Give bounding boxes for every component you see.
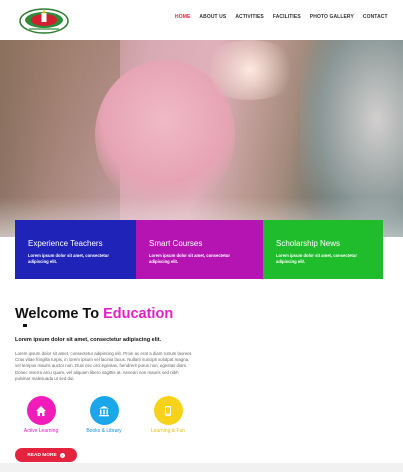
nav-photo-gallery[interactable]: PHOTO GALLERY [310, 14, 354, 24]
card-text: Lorem ipsum dolor sit amet, consectetur … [149, 253, 230, 264]
nav-activities[interactable]: ACTIVITIES [235, 14, 264, 24]
card-scholarship-news[interactable]: Scholarship News Lorem ipsum dolor sit a… [263, 220, 383, 279]
welcome-heading-highlight: Education [103, 306, 174, 322]
read-more-button[interactable]: READ MORE › [15, 448, 77, 462]
card-experience-teachers[interactable]: Experience Teachers Lorem ipsum dolor si… [15, 220, 136, 279]
welcome-subheading: Lorem ipsum dolor sit amet, consectetur … [15, 337, 162, 343]
tablet-icon [153, 396, 183, 425]
card-title: Scholarship News [276, 239, 341, 248]
school-logo[interactable] [19, 8, 69, 34]
home-icon [26, 396, 56, 425]
read-more-label: READ MORE [27, 452, 57, 458]
card-text: Lorem ipsum dolor sit amet, consectetur … [276, 253, 357, 264]
feature-cards: Experience Teachers Lorem ipsum dolor si… [15, 220, 383, 279]
footer-strip [0, 463, 403, 472]
card-text: Lorem ipsum dolor sit amet, consectetur … [28, 253, 109, 264]
main-nav: HOME ABOUT US ACTIVITIES FACILITIES PHOT… [175, 14, 397, 24]
page: HOME ABOUT US ACTIVITIES FACILITIES PHOT… [0, 0, 403, 472]
feature-label: Learning & Fun [150, 428, 186, 434]
welcome-heading-prefix: Welcome To [15, 306, 100, 322]
heading-accent [23, 324, 27, 327]
nav-home[interactable]: HOME [175, 14, 190, 24]
nav-about-us[interactable]: ABOUT US [199, 14, 226, 24]
card-smart-courses[interactable]: Smart Courses Lorem ipsum dolor sit amet… [136, 220, 263, 279]
arrow-right-icon: › [59, 452, 65, 458]
welcome-body-text: Lorem ipsum dolor sit amet, consectetur … [15, 351, 193, 381]
library-icon [89, 396, 119, 425]
nav-facilities[interactable]: FACILITIES [273, 14, 301, 24]
site-header: HOME ABOUT US ACTIVITIES FACILITIES PHOT… [0, 0, 403, 40]
feature-learning-fun[interactable]: Learning & Fun [133, 396, 203, 434]
feature-books-library[interactable]: Books & Library [69, 396, 139, 434]
feature-label: Books & Library [86, 428, 122, 434]
hero-image [0, 40, 403, 237]
card-title: Smart Courses [149, 239, 203, 248]
welcome-heading: Welcome To Education [15, 306, 173, 322]
card-title: Experience Teachers [28, 239, 103, 248]
feature-active-learning[interactable]: Active Learning [6, 396, 76, 434]
feature-label: Active Learning [23, 428, 59, 434]
nav-contact[interactable]: CONTACT [363, 14, 388, 24]
